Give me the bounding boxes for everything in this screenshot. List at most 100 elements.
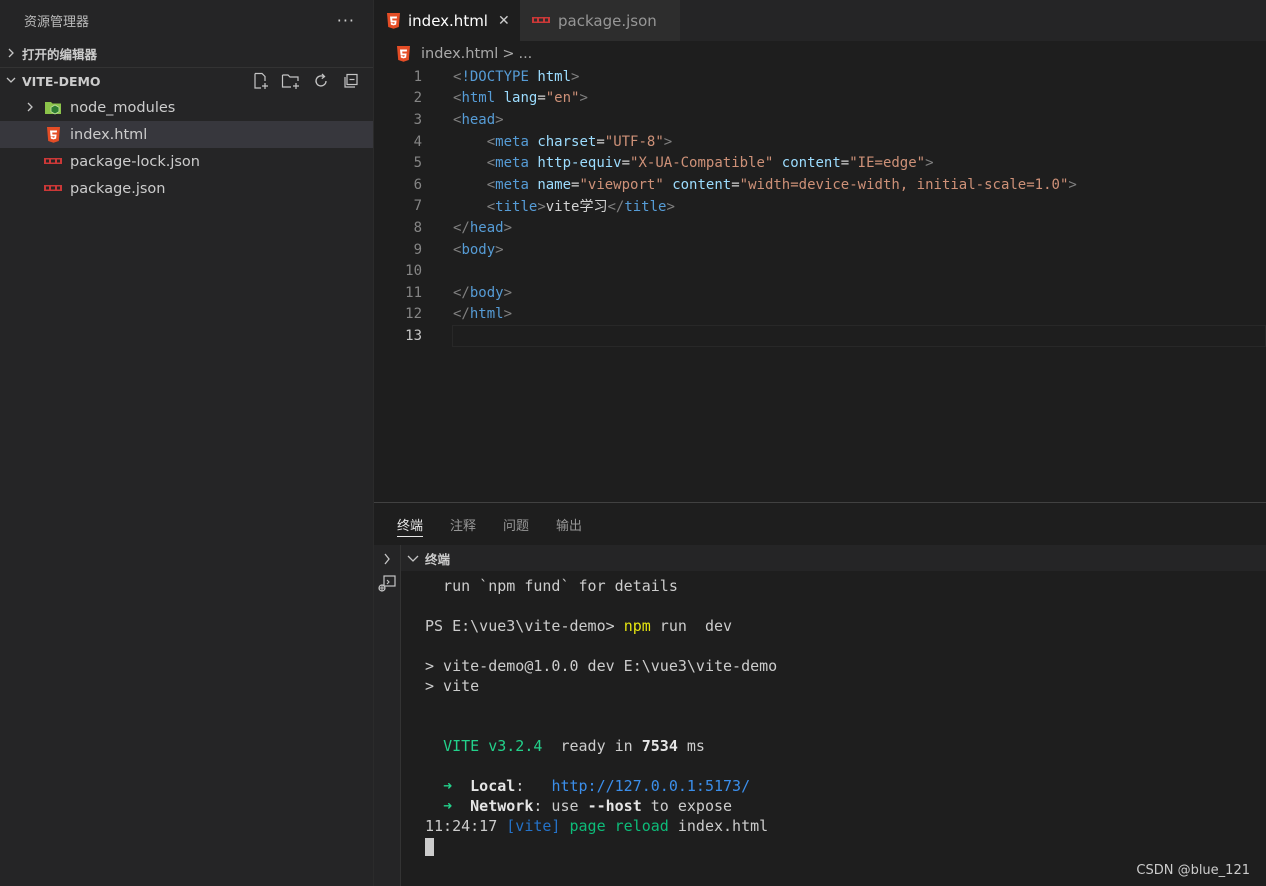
refresh-icon[interactable] <box>311 71 331 91</box>
code-token: body <box>469 284 504 301</box>
chevron-right-icon[interactable] <box>382 550 392 569</box>
terminal-text: page reload <box>560 817 669 835</box>
line-number: 5 <box>413 155 422 172</box>
tree-item-node-modules[interactable]: node_modules <box>0 94 373 121</box>
code-token: "width=device-width, initial-scale=1.0" <box>739 176 1069 193</box>
tree-item-index-html[interactable]: index.html <box>0 121 373 148</box>
code-line[interactable]: 9 <body> <box>374 239 1266 261</box>
terminal-text: to expose <box>641 797 733 815</box>
close-icon[interactable]: ✕ <box>498 13 510 29</box>
terminal-line: PS E:\vue3\vite-demo> npm run dev <box>425 616 777 636</box>
code-line[interactable]: 6 <meta name="viewport" content="width=d… <box>374 174 1266 196</box>
new-file-icon[interactable] <box>251 71 271 91</box>
line-content: <meta charset="UTF-8"> <box>422 133 673 150</box>
explorer-sidebar: 资源管理器 ··· 打开的编辑器 VITE-DEMO node_modules … <box>0 0 374 886</box>
terminal-output[interactable]: run `npm fund` for details PS E:\vue3\vit… <box>425 576 777 856</box>
tab-output[interactable]: 输出 <box>556 503 582 545</box>
line-content: </head> <box>422 220 512 236</box>
tab-terminal[interactable]: 终端 <box>397 503 424 545</box>
code-line[interactable]: 7 <title>vite学习</title> <box>374 196 1266 218</box>
terminal-header[interactable]: 终端 <box>401 545 1266 571</box>
breadcrumb-file[interactable]: index.html <box>421 46 498 62</box>
code-line[interactable]: 12 </html> <box>374 304 1266 326</box>
code-token: < <box>486 133 496 150</box>
code-line[interactable]: 8 </head> <box>374 217 1266 239</box>
bottom-panel: 终端 注释 问题 输出 终端 run `npm fund` for detail… <box>374 502 1266 886</box>
new-folder-icon[interactable] <box>281 71 301 91</box>
code-line[interactable]: 2 <html lang="en"> <box>374 88 1266 110</box>
tree-item-package-json[interactable]: package.json <box>0 175 373 202</box>
code-line[interactable]: 5 <meta http-equiv="X-UA-Compatible" con… <box>374 152 1266 174</box>
code-token: head <box>461 111 496 128</box>
terminal-text: [vite] <box>506 817 561 835</box>
code-token: name <box>537 176 572 193</box>
more-actions-icon[interactable]: ··· <box>337 11 355 30</box>
code-token: > <box>666 199 675 216</box>
code-token: > <box>1068 176 1077 193</box>
project-label: VITE-DEMO <box>22 73 101 89</box>
terminal-text: npm <box>623 617 651 635</box>
line-number: 10 <box>405 263 422 280</box>
line-number: 9 <box>413 241 422 258</box>
vscode-window: 资源管理器 ··· 打开的编辑器 VITE-DEMO node_modules … <box>0 0 1266 886</box>
open-editors-section[interactable]: 打开的编辑器 <box>0 40 373 67</box>
code-token: < <box>486 199 496 216</box>
code-editor[interactable]: 1 <!DOCTYPE html> 2 <html lang="en"> 3 <head>… <box>374 66 1266 347</box>
terminal-text: index.html <box>668 817 769 835</box>
tab-comments[interactable]: 注释 <box>450 503 476 545</box>
code-token: </ <box>453 284 470 301</box>
html5-icon <box>44 126 62 143</box>
project-section[interactable]: VITE-DEMO <box>0 67 373 94</box>
line-content: <!DOCTYPE html> <box>422 69 579 85</box>
code-token: title <box>624 199 667 216</box>
code-token: "UTF-8" <box>604 133 664 150</box>
code-token: html <box>469 306 504 323</box>
code-line[interactable]: 3 <head> <box>374 109 1266 131</box>
tree-item-label: package.json <box>70 180 166 197</box>
terminal-line: VITE v3.2.4 ready in 7534 ms <box>425 736 777 756</box>
current-line-highlight <box>452 325 1266 347</box>
panel-tabs: 终端 注释 问题 输出 <box>374 503 1266 545</box>
code-line[interactable]: 10 <box>374 260 1266 282</box>
tree-item-package-lock-json[interactable]: package-lock.json <box>0 148 373 175</box>
line-number: 12 <box>405 306 422 323</box>
editor-area: index.html ✕ package.json index.html > .… <box>374 0 1266 502</box>
code-token: > <box>503 219 513 236</box>
code-token: = <box>596 133 605 150</box>
tab-label: package.json <box>558 11 657 30</box>
terminal-line: > vite-demo@1.0.0 dev E:\vue3\vite-demo <box>425 656 777 676</box>
terminal-text: ready in <box>542 737 642 755</box>
terminal-line: ➜ Network: use --host to expose <box>425 796 777 816</box>
code-line[interactable]: 1 <!DOCTYPE html> <box>374 66 1266 88</box>
line-number: 13 <box>405 327 422 344</box>
terminal-title: 终端 <box>425 551 451 567</box>
terminal-side-bar <box>374 545 401 886</box>
html5-icon <box>394 45 412 62</box>
tab-package-json[interactable]: package.json <box>520 0 680 41</box>
terminal-debug-icon[interactable] <box>377 575 397 597</box>
tree-item-label: package-lock.json <box>70 153 200 170</box>
code-line[interactable]: 11 </body> <box>374 282 1266 304</box>
line-number: 2 <box>413 90 422 107</box>
tab-index-html[interactable]: index.html ✕ <box>374 0 520 41</box>
code-token: http-equiv <box>537 155 622 172</box>
code-token: < <box>486 155 496 172</box>
breadcrumb-more[interactable]: ... <box>518 46 532 62</box>
line-content: <title>vite学习</title> <box>422 196 675 216</box>
line-content: <meta http-equiv="X-UA-Compatible" conte… <box>422 155 934 171</box>
tree-item-label: node_modules <box>70 99 176 116</box>
terminal-text: --host <box>587 797 642 815</box>
code-line[interactable]: 4 <meta charset="UTF-8"> <box>374 131 1266 153</box>
code-token: "X-UA-Compatible" <box>630 155 774 172</box>
tab-problems[interactable]: 问题 <box>503 503 529 545</box>
code-token: "en" <box>545 90 580 107</box>
collapse-all-icon[interactable] <box>341 71 361 91</box>
